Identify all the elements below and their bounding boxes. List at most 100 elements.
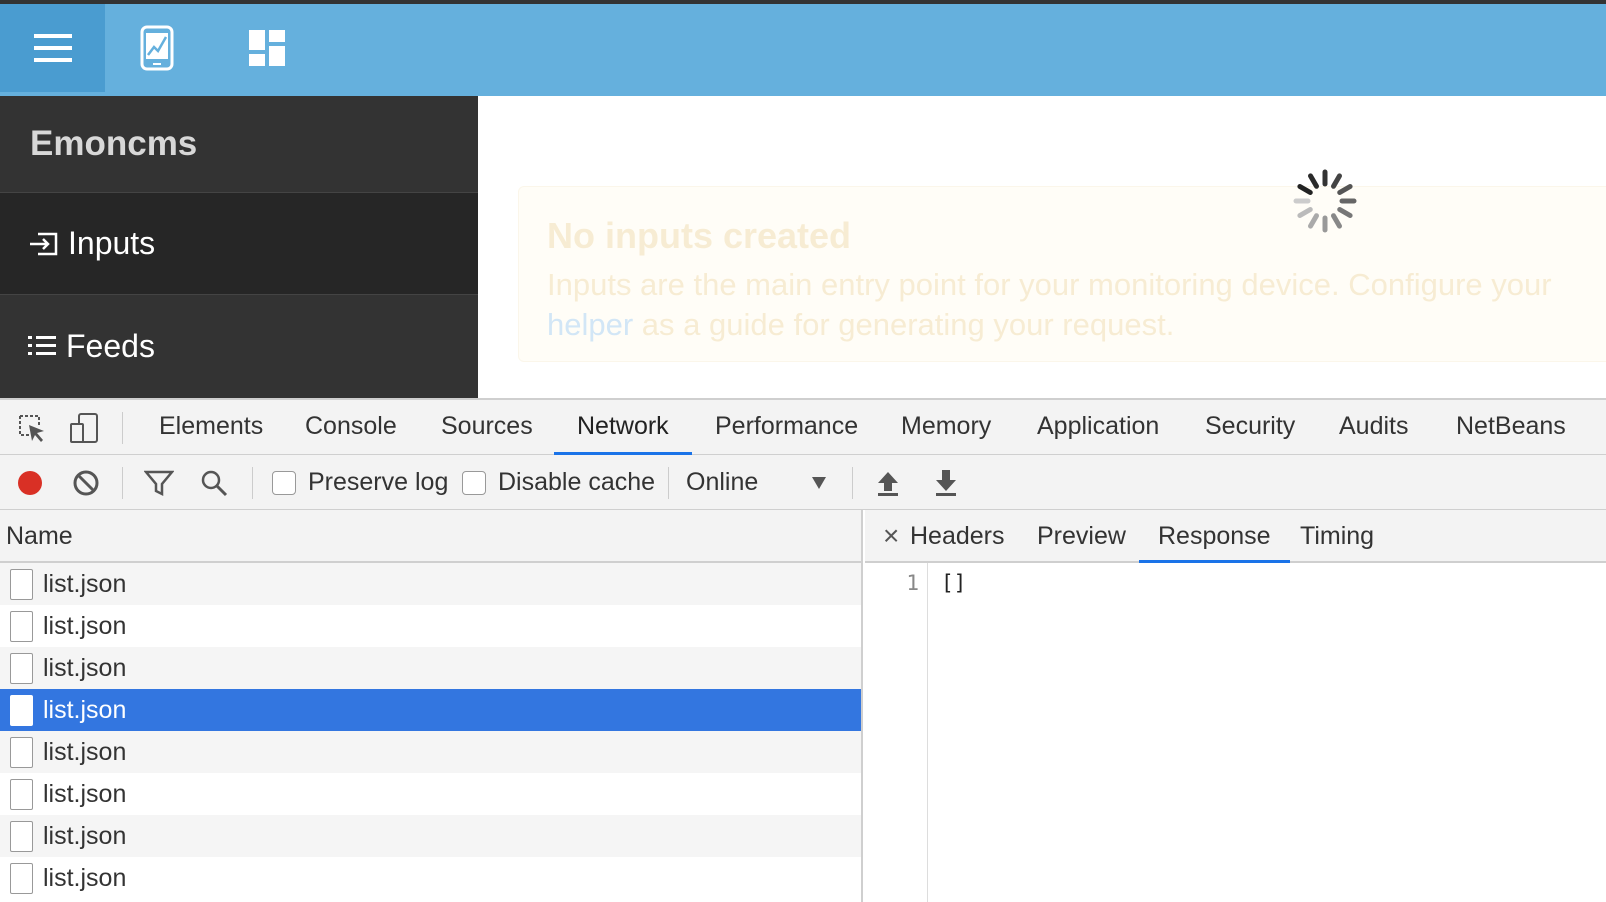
menu-button[interactable] (0, 4, 105, 92)
tab-security[interactable]: Security (1182, 400, 1318, 455)
export-har-button[interactable] (934, 455, 958, 510)
tab-console[interactable]: Console (282, 400, 420, 455)
tab-headers[interactable]: Headers (891, 510, 1024, 563)
checkbox[interactable] (272, 470, 296, 495)
mobile-chart-icon (140, 25, 174, 71)
line-number: 1 (906, 571, 919, 595)
file-icon (10, 610, 33, 642)
response-viewer[interactable]: 1 [] (865, 563, 1606, 902)
response-body[interactable]: [] (941, 571, 966, 595)
sidebar-item-label: Feeds (66, 327, 155, 364)
table-row[interactable]: list.json (0, 815, 861, 857)
disable-cache-checkbox[interactable]: Disable cache (462, 455, 655, 510)
network-toolbar: Preserve log Disable cache Online (0, 455, 1606, 510)
disable-cache-label: Disable cache (498, 468, 656, 496)
toolbar-separator (252, 467, 253, 499)
devtools-panel: Elements Console Sources Network Perform… (0, 398, 1606, 902)
table-row[interactable]: list.json (0, 563, 861, 605)
table-row[interactable]: list.json (0, 731, 861, 773)
table-row[interactable]: list.json (0, 647, 861, 689)
toolbar-separator (668, 467, 669, 499)
request-name: list.json (43, 821, 127, 850)
record-button[interactable] (16, 455, 44, 510)
tabbar-separator (122, 412, 123, 444)
sidebar-item-label: Inputs (68, 225, 156, 261)
sidebar-item-feeds[interactable]: Feeds (0, 295, 478, 397)
detail-tabbar: × Headers Preview Response Timing (865, 510, 1606, 563)
alert-title: No inputs created (547, 215, 852, 256)
devtools-tabbar: Elements Console Sources Network Perform… (0, 400, 1606, 455)
file-icon (10, 694, 33, 726)
import-har-button[interactable] (876, 455, 900, 510)
throttling-select[interactable]: Online (686, 455, 832, 510)
alert-body-text: as a guide for generating your request. (633, 307, 1175, 342)
clear-icon (73, 470, 99, 495)
download-icon (936, 469, 956, 496)
tab-memory[interactable]: Memory (878, 400, 1014, 455)
tab-application[interactable]: Application (1014, 400, 1182, 455)
request-name: list.json (43, 863, 127, 892)
request-name: list.json (43, 653, 127, 682)
no-inputs-alert: No inputs created Inputs are the main en… (518, 186, 1606, 362)
dashboard-button[interactable] (222, 4, 312, 92)
file-icon (10, 778, 33, 810)
record-icon (18, 470, 42, 495)
toolbar-separator (122, 467, 123, 499)
checkbox[interactable] (462, 470, 486, 495)
alert-body-line1: Inputs are the main entry point for your… (547, 267, 1552, 302)
request-name: list.json (43, 569, 127, 598)
request-name: list.json (43, 737, 127, 766)
name-column-header[interactable]: Name (0, 510, 861, 563)
table-row[interactable]: list.json (0, 773, 861, 815)
toolbar-separator (852, 467, 853, 499)
table-row[interactable]: list.json (0, 605, 861, 647)
search-icon (201, 470, 228, 496)
device-mode-icon (70, 413, 98, 443)
tab-performance[interactable]: Performance (692, 400, 881, 455)
list-icon (28, 336, 56, 355)
preserve-log-checkbox[interactable]: Preserve log (272, 455, 448, 510)
clear-button[interactable] (72, 455, 100, 510)
file-icon (10, 820, 33, 852)
device-toolbar-button[interactable] (66, 410, 102, 446)
inspect-cursor-icon (19, 415, 44, 442)
inspect-element-button[interactable] (14, 410, 50, 446)
tab-timing[interactable]: Timing (1281, 510, 1393, 563)
tab-elements[interactable]: Elements (136, 400, 286, 455)
tab-audits[interactable]: Audits (1316, 400, 1431, 455)
alert-body-line2: helper as a guide for generating your re… (547, 305, 1589, 345)
file-icon (10, 736, 33, 768)
dropdown-arrow-icon (812, 476, 826, 489)
mobile-app-button[interactable] (112, 4, 202, 92)
sidebar-item-inputs[interactable]: Inputs (0, 193, 478, 295)
brand-title[interactable]: Emoncms (0, 96, 478, 193)
preserve-log-label: Preserve log (308, 468, 449, 496)
app-topbar (0, 4, 1606, 96)
tab-preview[interactable]: Preview (1018, 510, 1145, 563)
menu-icon (33, 34, 72, 62)
input-icon (30, 232, 58, 255)
table-row[interactable]: list.json (0, 857, 861, 899)
sidebar: Emoncms Inputs Feeds (0, 96, 478, 398)
file-icon (10, 568, 33, 600)
tab-network[interactable]: Network (554, 400, 692, 455)
request-name: list.json (43, 779, 127, 808)
dashboard-icon (249, 30, 285, 66)
filter-button[interactable] (144, 455, 174, 510)
tab-response[interactable]: Response (1139, 510, 1290, 563)
helper-link[interactable]: helper (547, 307, 633, 342)
line-gutter: 1 (865, 563, 928, 902)
upload-icon (878, 471, 898, 496)
request-name: list.json (43, 695, 127, 724)
tab-sources[interactable]: Sources (418, 400, 556, 455)
file-icon (10, 652, 33, 684)
search-button[interactable] (200, 455, 228, 510)
request-detail-panel: × Headers Preview Response Timing 1 [] (865, 510, 1606, 902)
loading-spinner-icon (1293, 169, 1357, 233)
file-icon (10, 862, 33, 894)
filter-icon (144, 470, 174, 496)
request-name: list.json (43, 611, 127, 640)
main-content: No inputs created Inputs are the main en… (478, 96, 1606, 398)
tab-netbeans[interactable]: NetBeans (1433, 400, 1589, 455)
table-row-selected[interactable]: list.json (0, 689, 861, 731)
